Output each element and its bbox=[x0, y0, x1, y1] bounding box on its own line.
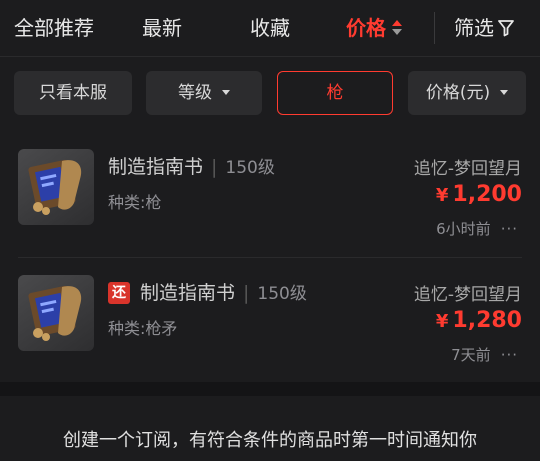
item-category: 种类:枪 bbox=[108, 193, 162, 212]
currency-symbol: ¥ bbox=[435, 185, 449, 206]
tab-filter[interactable]: 筛选 bbox=[454, 0, 514, 56]
title-divider: | bbox=[211, 156, 218, 178]
scroll-book-icon bbox=[18, 149, 94, 225]
item-price: ¥1,200 bbox=[436, 182, 522, 207]
subscribe-prompt[interactable]: 创建一个订阅，有符合条件的商品时第一时间通知你 bbox=[0, 426, 540, 452]
item-time-label: 7天前 bbox=[451, 346, 491, 364]
item-time: 7天前 ··· bbox=[451, 344, 518, 365]
tab-newest[interactable]: 最新 bbox=[142, 0, 182, 56]
filter-level-label: 等级 bbox=[178, 83, 212, 103]
subscribe-section: 创建一个订阅，有符合条件的商品时第一时间通知你 bbox=[0, 396, 540, 461]
item-server: 追忆-梦回望月 bbox=[413, 159, 522, 179]
item-price-value: 1,280 bbox=[452, 308, 522, 333]
more-icon[interactable]: ··· bbox=[501, 346, 518, 364]
caret-down-icon bbox=[222, 89, 230, 95]
filter-price-label: 价格(元) bbox=[425, 83, 491, 103]
filter-bar: 只看本服 等级 枪 价格(元) bbox=[0, 56, 540, 132]
filter-level-dropdown[interactable]: 等级 bbox=[146, 71, 262, 115]
caret-down-icon bbox=[500, 89, 509, 95]
more-icon[interactable]: ··· bbox=[501, 220, 518, 238]
item-level: 150级 bbox=[225, 158, 275, 178]
tab-price[interactable]: 价格 bbox=[346, 0, 402, 56]
title-divider: | bbox=[243, 282, 250, 304]
item-time-label: 6小时前 bbox=[436, 220, 491, 238]
tab-filter-label: 筛选 bbox=[454, 16, 494, 40]
filter-price-dropdown[interactable]: 价格(元) bbox=[408, 71, 526, 115]
funnel-icon bbox=[498, 19, 514, 36]
tab-price-label: 价格 bbox=[346, 16, 386, 40]
item-time: 6小时前 ··· bbox=[436, 218, 518, 239]
item-price-value: 1,200 bbox=[452, 182, 522, 207]
return-badge: 还 bbox=[108, 282, 130, 304]
tab-recommended[interactable]: 全部推荐 bbox=[14, 0, 94, 56]
currency-symbol: ¥ bbox=[435, 311, 449, 332]
filter-own-server-button[interactable]: 只看本服 bbox=[14, 71, 132, 115]
item-name: 制造指南书 bbox=[108, 156, 204, 178]
list-item[interactable]: 还制造指南书 | 150级 种类:枪矛 追忆-梦回望月 ¥1,280 7天前 ··· bbox=[0, 258, 540, 384]
item-level: 150级 bbox=[257, 284, 307, 304]
list-item[interactable]: 制造指南书 | 150级 种类:枪 追忆-梦回望月 ¥1,200 6小时前 ··· bbox=[0, 132, 540, 258]
sort-bar: 全部推荐 最新 收藏 价格 筛选 bbox=[0, 0, 540, 56]
item-price: ¥1,280 bbox=[436, 308, 522, 333]
item-category: 种类:枪矛 bbox=[108, 319, 178, 338]
item-server: 追忆-梦回望月 bbox=[413, 285, 522, 305]
item-name: 制造指南书 bbox=[140, 282, 236, 304]
sort-arrows-icon bbox=[392, 19, 402, 37]
item-title: 还制造指南书 | 150级 bbox=[108, 278, 307, 305]
scroll-book-icon bbox=[18, 275, 94, 351]
tab-divider bbox=[434, 12, 435, 44]
tab-favorites[interactable]: 收藏 bbox=[250, 0, 290, 56]
section-gap bbox=[0, 382, 540, 396]
item-title: 制造指南书 | 150级 bbox=[108, 152, 275, 179]
filter-weapon-button[interactable]: 枪 bbox=[277, 71, 393, 115]
